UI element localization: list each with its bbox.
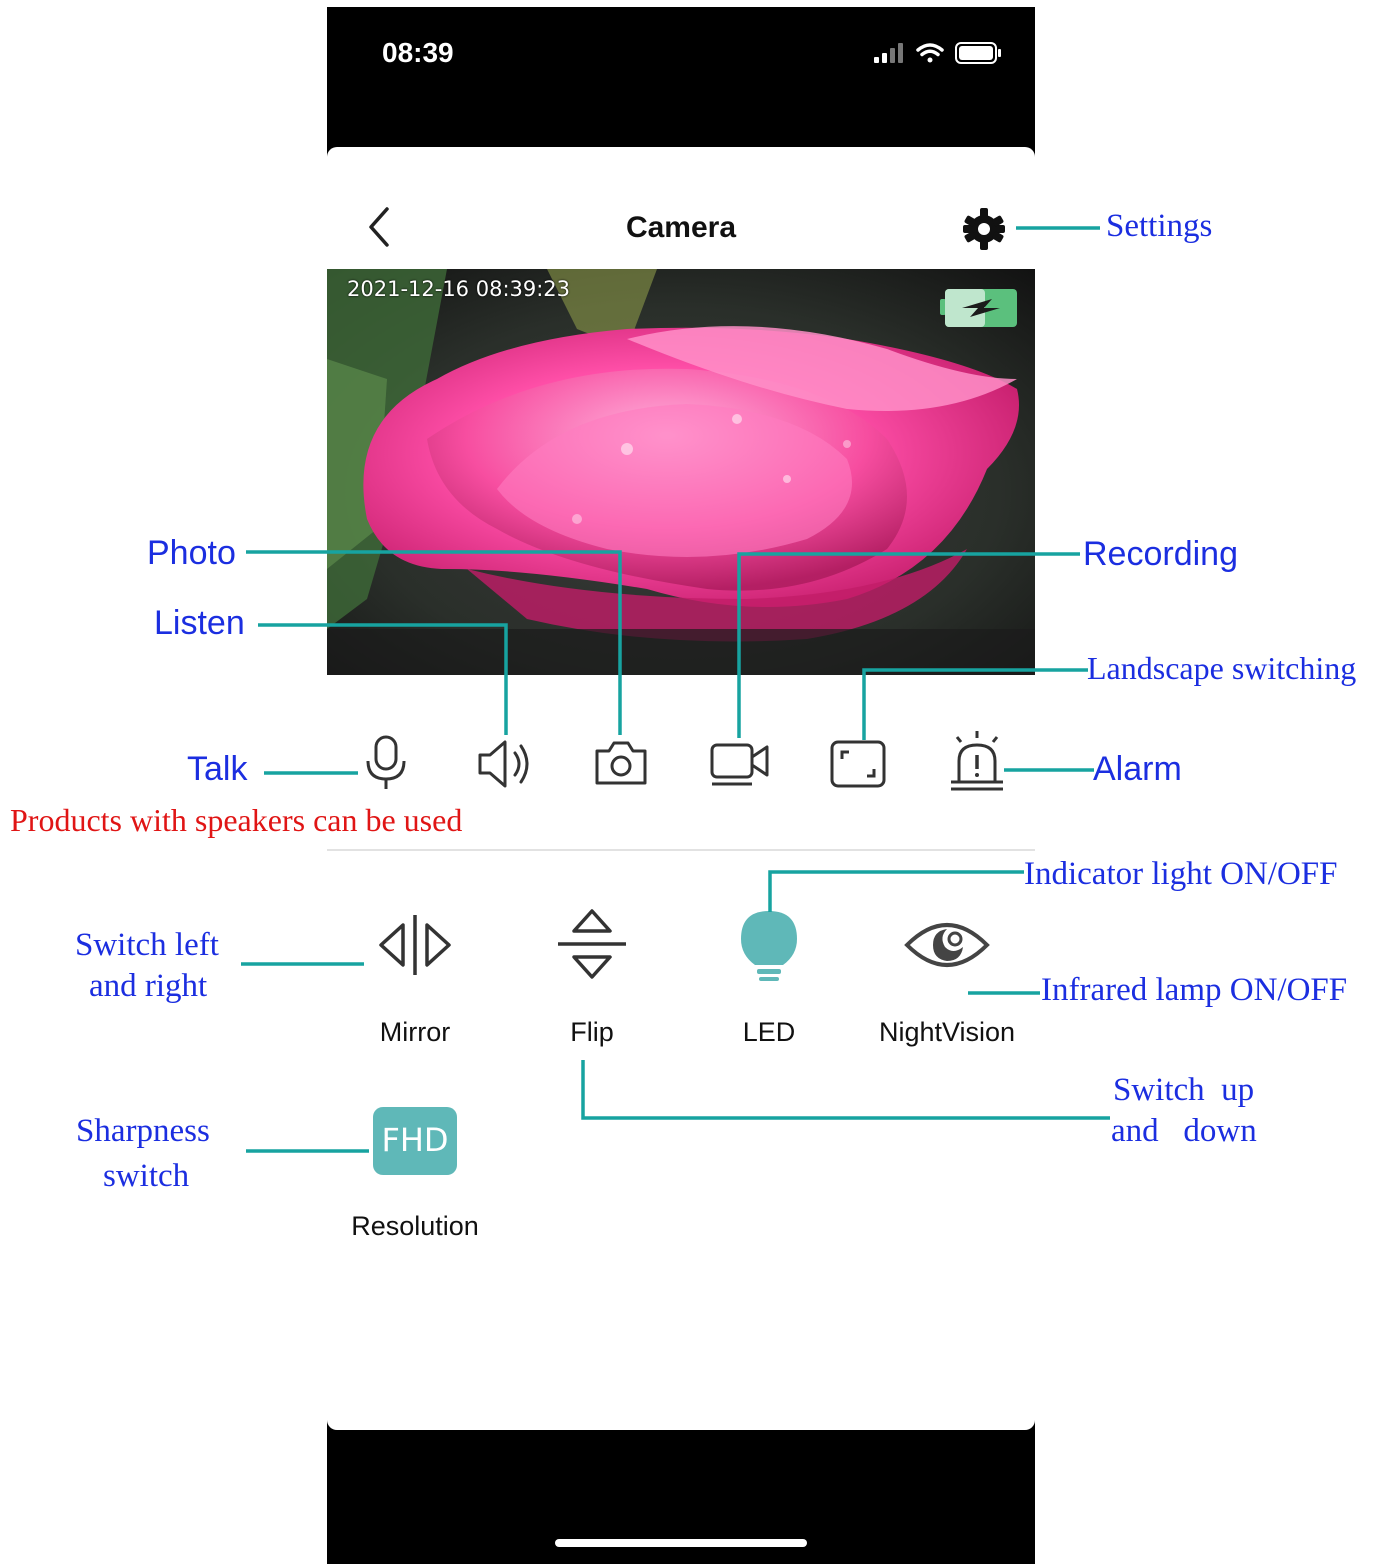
speaker-icon — [478, 740, 529, 788]
mirror-button[interactable] — [375, 905, 455, 990]
flip-label: Flip — [570, 1017, 614, 1047]
photo-button[interactable] — [593, 739, 649, 792]
wifi-icon — [916, 43, 944, 63]
annotation-speaker-note: Products with speakers can be used — [10, 802, 463, 838]
app-screen: Camera 2021-12-16 08:39:23 Mirror Flip L… — [327, 147, 1035, 1430]
night-vision-button[interactable] — [903, 905, 991, 990]
video-camera-icon — [710, 743, 769, 786]
status-bar: 08:39 — [327, 7, 1035, 147]
annotation-talk: Talk — [187, 750, 248, 788]
listen-button[interactable] — [475, 737, 535, 796]
resolution-label: Resolution — [351, 1211, 479, 1241]
annotation-indicator: Indicator light ON/OFF — [1024, 856, 1338, 892]
led-button[interactable] — [729, 905, 809, 992]
annotation-landscape: Landscape switching — [1087, 650, 1357, 686]
lightbulb-icon — [741, 911, 797, 981]
settings-button[interactable] — [961, 206, 1007, 257]
annotation-alarm: Alarm — [1093, 750, 1182, 788]
home-indicator[interactable] — [555, 1539, 807, 1547]
section-divider — [327, 849, 1035, 851]
annotation-switch-ud-line2: and down — [1111, 1113, 1257, 1149]
annotation-switch-lr-line1: Switch left — [75, 927, 219, 963]
status-time: 08:39 — [382, 37, 454, 68]
annotation-photo: Photo — [147, 534, 236, 572]
video-frame-image — [327, 269, 1035, 675]
annotation-switch-ud-line1: Switch up — [1113, 1072, 1255, 1108]
annotation-recording: Recording — [1083, 535, 1238, 573]
battery-icon — [955, 42, 1001, 64]
video-timestamp: 2021-12-16 08:39:23 — [347, 277, 571, 301]
battery-charging-icon — [940, 287, 1018, 334]
status-icons — [872, 39, 1012, 74]
siren-icon — [951, 731, 1003, 791]
flip-button[interactable] — [552, 905, 632, 992]
cellular-signal-icon — [874, 43, 903, 63]
camera-video-feed[interactable]: 2021-12-16 08:39:23 — [327, 269, 1035, 675]
eye-icon — [904, 923, 990, 967]
annotation-sharpness-line1: Sharpness — [76, 1113, 210, 1149]
talk-button[interactable] — [361, 733, 411, 798]
annotation-sharpness-line2: switch — [103, 1158, 190, 1194]
phone-frame: 08:39 Camera 2021-12-16 08:39:23 Mirror … — [327, 7, 1035, 1564]
page-title: Camera — [625, 211, 737, 244]
mirror-icon — [379, 915, 451, 975]
nav-bar: Camera — [327, 197, 1035, 257]
fullscreen-icon — [830, 740, 886, 788]
record-button[interactable] — [709, 739, 771, 792]
landscape-button[interactable] — [829, 739, 887, 794]
gear-icon — [963, 208, 1005, 250]
flip-icon — [558, 909, 626, 979]
annotation-settings: Settings — [1106, 208, 1213, 244]
night-vision-label: NightVision — [878, 1017, 1016, 1047]
fhd-badge-text: FHD — [381, 1121, 449, 1159]
annotation-switch-lr-line2: and right — [89, 968, 208, 1004]
led-label: LED — [742, 1017, 796, 1047]
alarm-button[interactable] — [947, 729, 1007, 798]
annotation-infrared: Infrared lamp ON/OFF — [1041, 972, 1348, 1008]
annotation-listen: Listen — [154, 604, 245, 642]
camera-icon — [595, 741, 647, 785]
mirror-label: Mirror — [379, 1017, 451, 1047]
microphone-icon — [366, 735, 406, 789]
